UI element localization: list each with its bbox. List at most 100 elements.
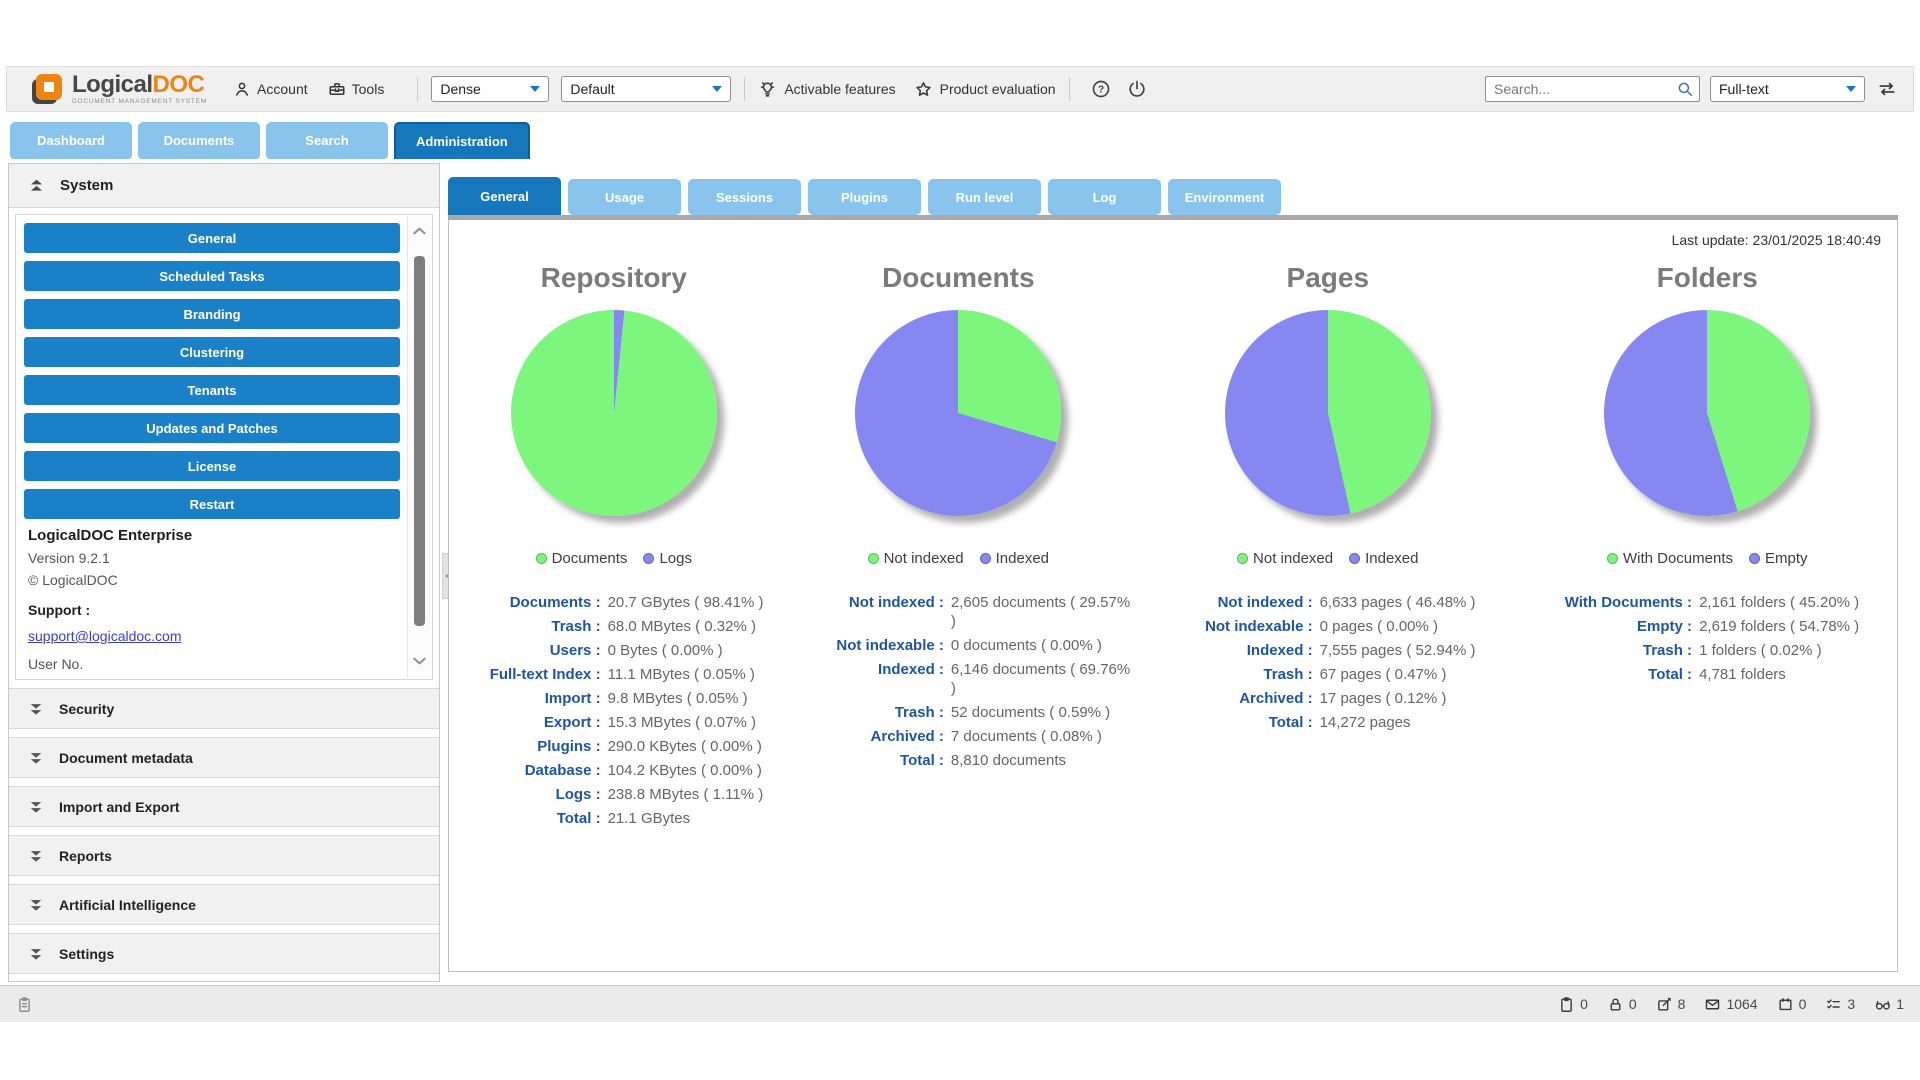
tools-menu[interactable]: Tools [328,80,385,98]
system-menu-button[interactable]: License [24,451,400,481]
sidebar-section[interactable]: Import and Export [9,786,439,827]
stat-row: Indexed 7,555 pages ( 52.94% ) [1138,641,1517,660]
sidebar-section[interactable]: Settings [9,933,439,974]
main-tab[interactable]: Dashboard [10,122,132,159]
admin-tab[interactable]: Log [1048,179,1161,215]
chevrons-up-icon [27,176,46,195]
system-menu-button[interactable]: Restart [24,489,400,519]
support-email-link[interactable]: support@logicaldoc.com [28,628,182,644]
power-icon[interactable] [1127,79,1147,99]
chart-stats: Not indexed 2,605 documents ( 29.57% ) N… [779,593,1139,775]
main-tab[interactable]: Search [266,122,388,159]
stat-label: Trash [449,617,601,636]
system-menu-button[interactable]: Branding [24,299,400,329]
admin-tab[interactable]: Usage [568,179,681,215]
sidebar-section-label: Reports [59,848,112,864]
system-menu-button[interactable]: General [24,223,400,253]
tools-menu-label: Tools [352,81,385,97]
stat-label: Empty [1518,617,1693,636]
pie-chart [511,310,717,516]
main-tab[interactable]: Administration [394,122,530,159]
sidebar-scrollbar[interactable] [407,216,431,678]
stat-row: Documents 20.7 GBytes ( 98.41% ) [449,593,779,612]
sidebar-section-system[interactable]: System [9,164,439,208]
admin-tab[interactable]: Run level [928,179,1041,215]
account-menu[interactable]: Account [233,80,308,98]
search-icon[interactable] [1676,80,1694,98]
stat-label: Archived [1138,689,1313,708]
sidebar-section[interactable]: Reports [9,835,439,876]
system-menu-button[interactable]: Tenants [24,375,400,405]
admin-tab[interactable]: Plugins [808,179,921,215]
header-separator [744,77,745,101]
stat-value: 20.7 GBytes ( 98.41% ) [601,593,764,612]
logo-tagline: DOCUMENT MANAGEMENT SYSTEM [72,99,207,106]
system-menu-button[interactable]: Updates and Patches [24,413,400,443]
scroll-down-icon[interactable] [408,648,431,674]
admin-tab-label: Sessions [716,190,773,205]
system-menu-list: General Scheduled Tasks Branding Clustering… [15,214,433,680]
status-counter[interactable]: 8 [1656,996,1686,1013]
chart-title: Repository [541,262,687,294]
admin-tab[interactable]: Sessions [688,179,801,215]
status-counter[interactable]: 3 [1825,996,1855,1013]
admin-tab[interactable]: Environment [1168,179,1281,215]
stat-row: Users 0 Bytes ( 0.00% ) [449,641,779,660]
stat-value: 4,781 folders [1692,665,1786,684]
stat-row: Not indexed 6,633 pages ( 46.48% ) [1138,593,1517,612]
activable-features-link[interactable]: Activable features [758,80,895,99]
sidebar-section[interactable]: Security [9,688,439,729]
help-icon[interactable]: ? [1091,79,1111,99]
chart-legend: Not indexed Indexed [1237,550,1418,567]
scroll-up-icon[interactable] [408,218,431,244]
main-tab-label: Dashboard [37,133,105,148]
skin-select[interactable]: Default [561,76,731,102]
main-tab[interactable]: Documents [138,122,260,159]
status-counter[interactable]: 0 [1558,996,1588,1013]
stat-row: Trash 67 pages ( 0.47% ) [1138,665,1517,684]
sidebar-section[interactable]: Artificial Intelligence [9,884,439,925]
status-counter[interactable]: 0 [1777,996,1807,1013]
density-select[interactable]: Dense [431,76,549,102]
chart-title: Pages [1287,262,1370,294]
stat-label: Total [1138,713,1313,732]
stat-value: 104.2 KBytes ( 0.00% ) [601,761,762,780]
sidebar-section[interactable]: Document metadata [9,737,439,778]
scrollbar-thumb[interactable] [414,256,425,626]
product-evaluation-link[interactable]: Product evaluation [914,80,1056,99]
legend-item: Not indexed [868,550,964,567]
status-counter[interactable]: 0 [1607,996,1637,1013]
chevrons-down-icon [27,847,45,865]
sidebar-section-label: Security [59,701,114,717]
header-separator [417,77,418,101]
status-counter[interactable]: 1 [1874,996,1904,1013]
chevrons-down-icon [27,896,45,914]
system-menu-button[interactable]: Clustering [24,337,400,367]
admin-tab-label: Environment [1185,190,1264,205]
product-evaluation-label: Product evaluation [940,81,1056,97]
search-box [1485,76,1700,102]
admin-tab-label: Usage [605,190,644,205]
legend-dot [1749,553,1760,564]
search-mode-select[interactable]: Full-text [1710,76,1865,102]
stat-label: Export [449,713,601,732]
main-tab-bar: Dashboard DocumentsSearchAdministration [10,122,530,159]
chart: Folders With Documents Empty [1518,262,1897,833]
admin-sidebar: System General Scheduled Tasks Branding Clu… [8,163,440,982]
stat-label: Not indexed [1138,593,1313,612]
status-counter-icon [1874,996,1891,1013]
sidebar-section-label: Artificial Intelligence [59,897,196,913]
sidebar-section-label: Import and Export [59,799,180,815]
clipboard-tasks-icon[interactable] [16,996,33,1013]
stat-row: Database 104.2 KBytes ( 0.00% ) [449,761,779,780]
chevron-down-icon [1846,86,1856,92]
legend-dot [1607,553,1618,564]
search-input[interactable] [1485,76,1700,102]
system-menu-button[interactable]: Scheduled Tasks [24,261,400,291]
stat-value: 0 documents ( 0.00% ) [944,636,1102,655]
status-counter[interactable]: 1064 [1704,996,1757,1013]
stat-row: Total 21.1 GBytes [449,809,779,828]
admin-tab[interactable]: General [448,177,561,215]
lightbulb-icon [758,80,777,99]
swap-arrows-icon[interactable] [1877,79,1897,99]
